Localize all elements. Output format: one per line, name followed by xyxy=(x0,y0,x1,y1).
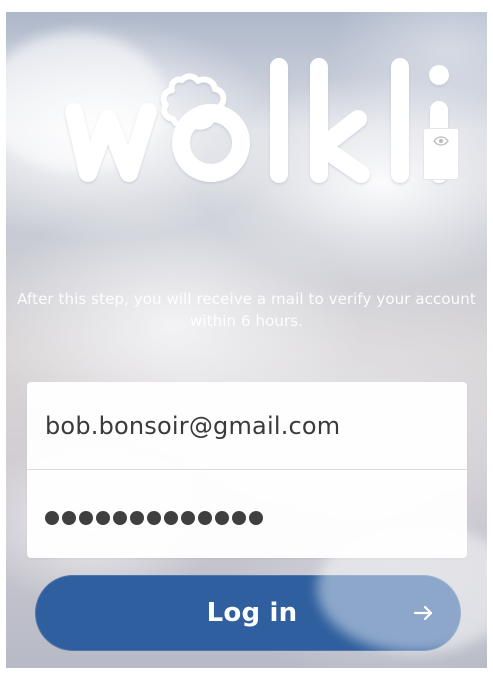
password-dot xyxy=(96,511,110,525)
password-reveal-button[interactable] xyxy=(423,128,459,180)
logo-mark xyxy=(65,58,449,183)
password-dot xyxy=(62,511,76,525)
app-logo xyxy=(65,47,456,192)
login-button[interactable]: Log in xyxy=(35,575,461,651)
password-dot xyxy=(45,511,59,525)
password-dot xyxy=(113,511,127,525)
login-button-label: Log in xyxy=(206,598,298,628)
password-input[interactable] xyxy=(45,511,263,525)
arrow-right-icon xyxy=(413,605,433,621)
password-dot xyxy=(79,511,93,525)
email-input[interactable] xyxy=(45,411,449,440)
password-dot xyxy=(249,511,263,525)
password-field[interactable] xyxy=(27,470,467,558)
password-dot xyxy=(198,511,212,525)
password-dot xyxy=(147,511,161,525)
password-dot xyxy=(181,511,195,525)
eye-icon xyxy=(433,136,449,146)
login-form-card xyxy=(27,382,467,558)
password-dot xyxy=(164,511,178,525)
password-dot xyxy=(232,511,246,525)
verification-message: After this step, you will receive a mail… xyxy=(17,290,476,330)
email-field[interactable] xyxy=(27,382,467,470)
login-screen: After this step, you will receive a mail… xyxy=(6,12,487,668)
password-dot xyxy=(215,511,229,525)
password-dot xyxy=(130,511,144,525)
